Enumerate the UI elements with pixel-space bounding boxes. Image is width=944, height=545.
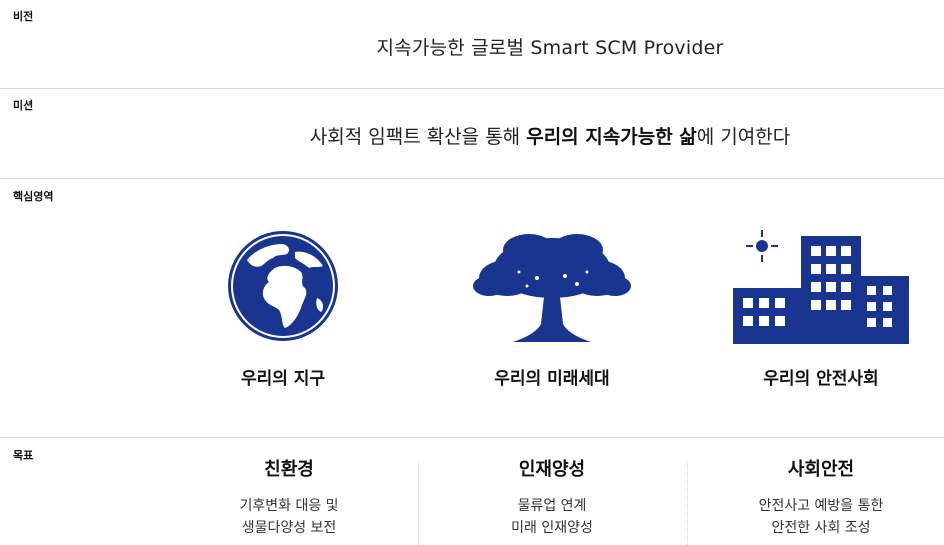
goal-description-line: 안전한 사회 조성 xyxy=(771,520,871,536)
core-area-label: 우리의 지구 xyxy=(240,369,326,389)
mission-statement: 사회적 임팩트 확산을 통해 우리의 지속가능한 삶에 기여한다 xyxy=(0,122,944,149)
buildings-icon xyxy=(733,230,909,344)
core-area-label: 우리의 안전사회 xyxy=(763,369,879,389)
core-areas-label: 핵심영역 xyxy=(13,190,54,203)
vision-statement: 지속가능한 글로벌 Smart SCM Provider xyxy=(376,37,724,59)
vision-label: 비전 xyxy=(13,10,34,23)
mission-text-bold: 우리의 지속가능한 삶 xyxy=(526,126,697,148)
goals-label: 목표 xyxy=(13,449,34,462)
goal-talent: 인재양성 물류업 연계 미래 인재양성 xyxy=(442,455,662,539)
goal-title: 인재양성 xyxy=(518,459,586,480)
goal-environment: 친환경 기후변화 대응 및 생물다양성 보전 xyxy=(179,455,399,539)
mission-text-after: 에 기여한다 xyxy=(696,126,791,148)
goal-title: 사회안전 xyxy=(787,459,855,480)
tree-icon xyxy=(473,234,631,342)
goal-description-line: 생물다양성 보전 xyxy=(241,520,337,536)
goal-description-line: 기후변화 대응 및 xyxy=(239,498,339,514)
column-separator xyxy=(687,462,688,545)
core-area-future-generation: 우리의 미래세대 xyxy=(452,228,652,389)
column-separator xyxy=(418,462,419,545)
divider xyxy=(0,437,944,438)
divider xyxy=(0,178,944,179)
mission-text-before: 사회적 임팩트 확산을 통해 xyxy=(309,126,527,148)
goal-description-line: 안전사고 예방을 통한 xyxy=(758,498,884,514)
goal-title: 친환경 xyxy=(264,459,314,480)
core-area-safe-society: 우리의 안전사회 xyxy=(721,228,921,389)
core-area-label: 우리의 미래세대 xyxy=(494,369,610,389)
mission-label: 미션 xyxy=(13,99,34,112)
core-area-earth: 우리의 지구 xyxy=(183,228,383,389)
goal-description-line: 미래 인재양성 xyxy=(511,520,593,536)
globe-icon xyxy=(228,231,338,341)
goal-safety: 사회안전 안전사고 예방을 통한 안전한 사회 조성 xyxy=(711,455,931,539)
divider xyxy=(0,88,944,89)
goal-description-line: 물류업 연계 xyxy=(517,498,587,514)
